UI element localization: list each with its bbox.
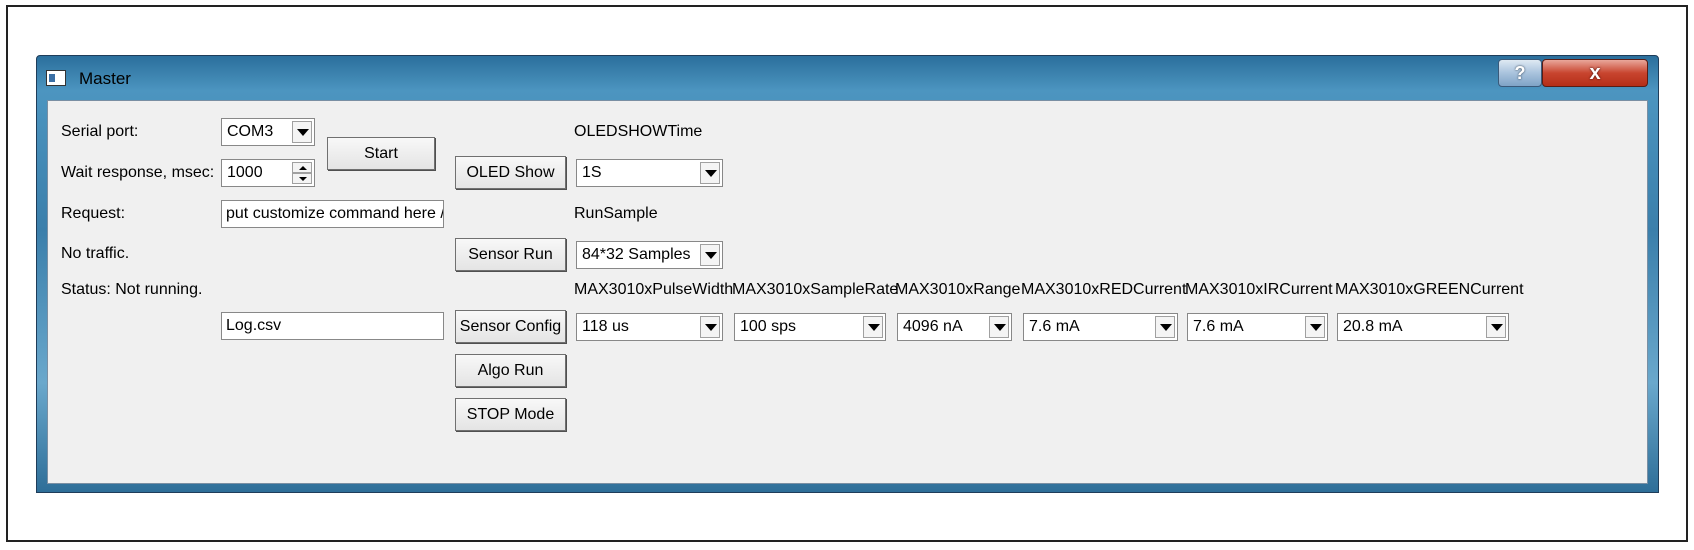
pulse-width-select[interactable]: 118 us (576, 313, 723, 341)
green-current-label: MAX3010xGREENCurrent (1335, 281, 1524, 298)
chevron-down-icon[interactable] (700, 316, 720, 338)
serial-port-select[interactable]: COM3 (221, 118, 315, 146)
run-sample-select[interactable]: 84*32 Samples (576, 241, 723, 269)
app-window-icon (46, 70, 66, 86)
range-value: 4096 nA (903, 318, 963, 335)
start-button[interactable]: Start (327, 137, 435, 170)
ir-current-value: 7.6 mA (1193, 318, 1244, 335)
chevron-down-icon[interactable] (292, 121, 312, 143)
close-button[interactable]: x (1542, 59, 1648, 87)
run-sample-value: 84*32 Samples (582, 246, 691, 263)
chevron-down-icon[interactable] (1305, 316, 1325, 338)
wait-response-value: 1000 (227, 164, 263, 181)
wait-response-label: Wait response, msec: (61, 164, 215, 181)
algo-run-button[interactable]: Algo Run (455, 354, 566, 387)
chevron-down-icon[interactable] (700, 162, 720, 184)
request-input[interactable]: put customize command here // (221, 200, 444, 228)
client-area: Serial port: COM3 Wait response, msec: 1… (47, 100, 1648, 484)
serial-port-label: Serial port: (61, 123, 139, 140)
chevron-down-icon[interactable] (989, 316, 1009, 338)
run-sample-label: RunSample (574, 205, 658, 222)
chevron-down-icon[interactable] (1155, 316, 1175, 338)
pulse-width-value: 118 us (582, 318, 629, 335)
range-select[interactable]: 4096 nA (897, 313, 1012, 341)
sample-rate-value: 100 sps (740, 318, 797, 335)
red-current-label: MAX3010xREDCurrent (1021, 281, 1187, 298)
green-current-value: 20.8 mA (1343, 318, 1403, 335)
run-status: Status: Not running. (61, 281, 203, 298)
help-button[interactable]: ? (1498, 59, 1542, 87)
traffic-status: No traffic. (61, 245, 130, 262)
range-label: MAX3010xRange (895, 281, 1021, 298)
serial-port-value: COM3 (227, 123, 274, 140)
green-current-select[interactable]: 20.8 mA (1337, 313, 1509, 341)
stop-mode-button[interactable]: STOP Mode (455, 398, 566, 431)
oled-show-button[interactable]: OLED Show (455, 156, 566, 189)
window-title: Master (79, 69, 131, 88)
log-file-input[interactable]: Log.csv (221, 312, 444, 340)
pulse-width-label: MAX3010xPulseWidth (574, 281, 734, 298)
title-bar[interactable]: Master ? x (37, 56, 1658, 100)
spin-down-icon[interactable] (292, 173, 312, 184)
sensor-run-button[interactable]: Sensor Run (455, 238, 566, 271)
sample-rate-select[interactable]: 100 sps (734, 313, 886, 341)
red-current-value: 7.6 mA (1029, 318, 1080, 335)
oled-show-time-select[interactable]: 1S (576, 159, 723, 187)
wait-response-spinbox[interactable]: 1000 (221, 159, 315, 187)
chevron-down-icon[interactable] (700, 244, 720, 266)
sensor-config-button[interactable]: Sensor Config (455, 310, 566, 343)
oled-show-time-label: OLEDSHOWTime (574, 123, 703, 140)
sample-rate-label: MAX3010xSampleRate (732, 281, 899, 298)
chevron-down-icon[interactable] (1486, 316, 1506, 338)
spin-up-icon[interactable] (292, 162, 312, 173)
ir-current-label: MAX3010xIRCurrent (1185, 281, 1333, 298)
oled-show-time-value: 1S (582, 164, 602, 181)
request-label: Request: (61, 205, 126, 222)
chevron-down-icon[interactable] (863, 316, 883, 338)
red-current-select[interactable]: 7.6 mA (1023, 313, 1178, 341)
master-window: Master ? x Serial port: COM3 Wait respon… (36, 55, 1659, 493)
ir-current-select[interactable]: 7.6 mA (1187, 313, 1328, 341)
